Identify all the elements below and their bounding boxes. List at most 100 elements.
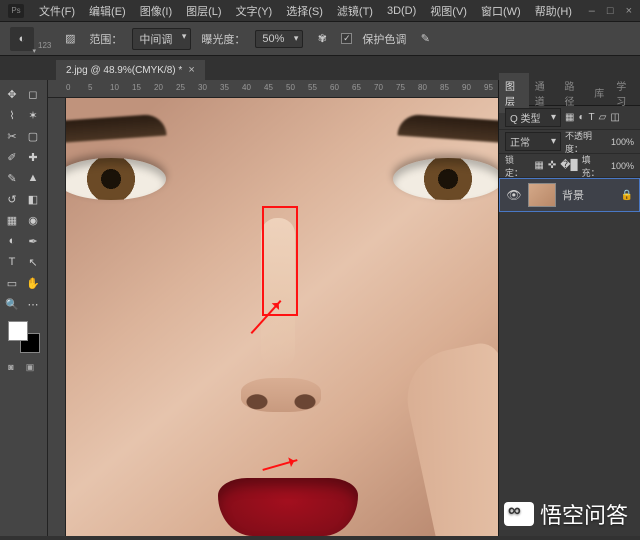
range-label: 范围：: [89, 31, 122, 47]
tab-channels[interactable]: 通道: [529, 73, 559, 113]
frame-tool-icon[interactable]: ▢: [23, 126, 43, 146]
tab-paths[interactable]: 路径: [559, 73, 589, 113]
brush-size-value: 123: [38, 41, 51, 50]
image-content: [66, 113, 167, 144]
filter-pixel-icon[interactable]: ▦: [565, 112, 574, 123]
image-content: [66, 158, 166, 200]
menu-image[interactable]: 图像(I): [133, 0, 179, 22]
menu-filter[interactable]: 滤镜(T): [330, 0, 380, 22]
blend-mode-select[interactable]: 正常▾: [505, 132, 561, 151]
document-image: [66, 98, 498, 536]
fill-label: 填充：: [582, 153, 607, 179]
pen-tool-icon[interactable]: ✒: [23, 231, 43, 251]
brush-tool-icon[interactable]: ✎: [2, 168, 22, 188]
exposure-label: 曝光度：: [201, 31, 245, 47]
layer-name: 背景: [562, 187, 584, 203]
document-tab[interactable]: 2.jpg @ 48.9%(CMYK/8) * ×: [56, 60, 205, 80]
window-maximize-icon[interactable]: □: [607, 5, 614, 17]
gradient-tool-icon[interactable]: ▦: [2, 210, 22, 230]
range-select[interactable]: 中间调: [132, 28, 191, 50]
menu-edit[interactable]: 编辑(E): [82, 0, 133, 22]
marquee-tool-icon[interactable]: ◻: [23, 84, 43, 104]
vertical-ruler[interactable]: [48, 98, 66, 536]
image-content: [398, 340, 498, 536]
canvas-area: 05101520253035404550556065707580859095: [48, 80, 498, 536]
crop-tool-icon[interactable]: ✂: [2, 126, 22, 146]
menu-help[interactable]: 帮助(H): [528, 0, 579, 22]
foreground-color-swatch[interactable]: [8, 321, 28, 341]
blend-row: 正常▾ 不透明度： 100%: [499, 130, 640, 154]
horizontal-ruler[interactable]: 05101520253035404550556065707580859095: [48, 80, 498, 98]
hand-tool-icon[interactable]: ✋: [23, 273, 43, 293]
filter-smart-icon[interactable]: ◫: [610, 112, 619, 123]
opacity-value[interactable]: 100%: [611, 137, 634, 147]
color-swatches[interactable]: [8, 321, 40, 353]
exposure-select[interactable]: 50%: [255, 30, 303, 48]
fill-value[interactable]: 100%: [611, 161, 634, 171]
layer-visibility-icon[interactable]: 👁: [506, 188, 522, 202]
tab-libraries[interactable]: 库: [588, 80, 610, 105]
current-tool-icon[interactable]: ◐: [10, 27, 34, 51]
watermark-logo-icon: [504, 502, 534, 526]
opacity-label: 不透明度：: [565, 129, 607, 155]
menu-bar: Ps 文件(F) 编辑(E) 图像(I) 图层(L) 文字(Y) 选择(S) 滤…: [0, 0, 640, 22]
quick-select-tool-icon[interactable]: ✶: [23, 105, 43, 125]
menu-view[interactable]: 视图(V): [423, 0, 474, 22]
layer-thumbnail[interactable]: [528, 183, 556, 207]
annotation-arrow-icon: [262, 459, 297, 471]
lock-pixels-icon[interactable]: ▦: [534, 160, 543, 171]
watermark: 悟空问答: [504, 498, 628, 530]
protect-tones-checkbox[interactable]: ✓: [341, 33, 352, 44]
path-select-tool-icon[interactable]: ↖: [23, 252, 43, 272]
blur-tool-icon[interactable]: ◉: [23, 210, 43, 230]
layer-kind-select[interactable]: Q 类型▾: [505, 108, 561, 127]
tab-learn[interactable]: 学习: [610, 73, 640, 113]
filter-shape-icon[interactable]: ▱: [599, 112, 607, 123]
pressure-icon[interactable]: ✎: [416, 31, 434, 47]
menu-layer[interactable]: 图层(L): [179, 0, 228, 22]
app-logo-icon: Ps: [8, 4, 24, 18]
eraser-tool-icon[interactable]: ◧: [23, 189, 43, 209]
layer-item[interactable]: 👁 背景 🔒: [499, 178, 640, 212]
options-bar: ◐ 123 ▨ 范围： 中间调 曝光度： 50% ✾ ✓ 保护色调 ✎: [0, 22, 640, 56]
panel-tabs: 图层 通道 路径 库 学习: [499, 80, 640, 106]
image-content: [393, 158, 498, 200]
window-close-icon[interactable]: ×: [626, 5, 632, 17]
type-tool-icon[interactable]: T: [2, 252, 22, 272]
lasso-tool-icon[interactable]: ⌇: [2, 105, 22, 125]
lock-label: 锁定：: [505, 153, 530, 179]
watermark-text: 悟空问答: [540, 498, 628, 530]
window-minimize-icon[interactable]: –: [589, 5, 595, 17]
menu-type[interactable]: 文字(Y): [229, 0, 280, 22]
filter-type-icon[interactable]: T: [589, 112, 595, 123]
move-tool-icon[interactable]: ✥: [2, 84, 22, 104]
menu-select[interactable]: 选择(S): [279, 0, 330, 22]
lock-position-icon[interactable]: ✜: [548, 160, 556, 171]
filter-adjust-icon[interactable]: ◐: [578, 112, 584, 123]
menu-file[interactable]: 文件(F): [32, 0, 82, 22]
lock-row: 锁定： ▦ ✜ �█ 填充： 100%: [499, 154, 640, 178]
zoom-tool-icon[interactable]: 🔍: [2, 294, 22, 314]
screenmode-icon[interactable]: ▣: [21, 360, 39, 374]
lock-icon: 🔒: [621, 190, 633, 201]
close-tab-icon[interactable]: ×: [188, 64, 194, 76]
eyedropper-tool-icon[interactable]: ✐: [2, 147, 22, 167]
tab-layers[interactable]: 图层: [499, 73, 529, 113]
brush-preset-icon[interactable]: ▨: [61, 31, 79, 47]
toolbox: ✥ ◻ ⌇ ✶ ✂ ▢ ✐ ✚ ✎ ▲ ↺ ◧ ▦ ◉ ◐ ✒ T ↖ ▭ ✋ …: [0, 80, 48, 536]
protect-tones-label: 保护色调: [362, 31, 406, 47]
edit-toolbar-icon[interactable]: ⋯: [23, 294, 43, 314]
dodge-tool-icon[interactable]: ◐: [2, 231, 22, 251]
menu-3d[interactable]: 3D(D): [380, 2, 423, 20]
quickmask-icon[interactable]: ◙: [2, 360, 20, 374]
image-content: [241, 378, 321, 412]
shape-tool-icon[interactable]: ▭: [2, 273, 22, 293]
history-brush-tool-icon[interactable]: ↺: [2, 189, 22, 209]
stamp-tool-icon[interactable]: ▲: [23, 168, 43, 188]
image-content: [218, 478, 358, 536]
healing-tool-icon[interactable]: ✚: [23, 147, 43, 167]
airbrush-icon[interactable]: ✾: [313, 31, 331, 47]
menu-window[interactable]: 窗口(W): [474, 0, 528, 22]
canvas[interactable]: [66, 98, 498, 536]
lock-all-icon[interactable]: �█: [560, 160, 577, 171]
